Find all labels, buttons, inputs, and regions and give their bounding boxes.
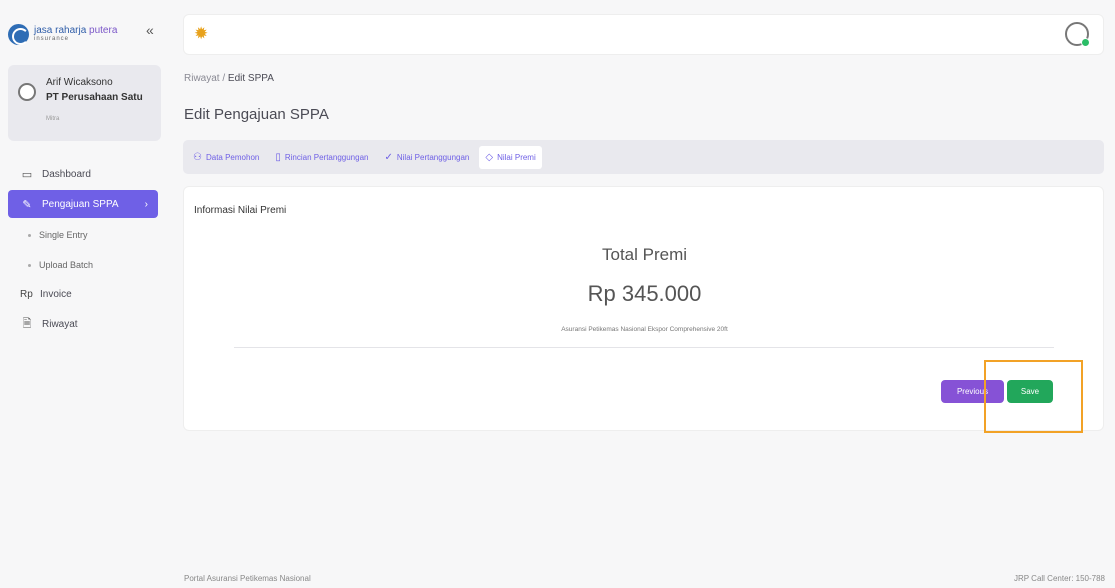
footer-call-center: JRP Call Center: 150-788: [1013, 574, 1105, 583]
brand-name-b: putera: [89, 25, 118, 36]
theme-toggle-sun-icon[interactable]: ✹: [194, 24, 208, 44]
premi-card: Informasi Nilai Premi Total Premi Rp 345…: [183, 186, 1104, 431]
brand-logo-icon: [8, 23, 29, 45]
page-title: Edit Pengajuan SPPA: [184, 106, 329, 123]
sidebar-item-riwayat[interactable]: 🗎 Riwayat: [8, 310, 158, 338]
pencil-icon: ✎: [22, 198, 32, 211]
sidebar-item-label: Pengajuan SPPA: [42, 198, 119, 210]
rupiah-icon: Rp: [20, 288, 33, 300]
user-avatar: [18, 83, 36, 101]
form-tabs: ⚇ Data Pemohon ▯ Rincian Pertanggungan ✓…: [183, 140, 1104, 174]
sidebar-item-label: Riwayat: [42, 318, 78, 330]
sidebar-subitem-label: Upload Batch: [39, 260, 94, 270]
sidebar-item-pengajuan-sppa[interactable]: ✎ Pengajuan SPPA ›: [8, 190, 158, 218]
sidebar-subitem-single-entry[interactable]: Single Entry: [8, 220, 158, 250]
brand-sub: insurance: [34, 36, 70, 42]
monitor-icon: ▭: [21, 168, 33, 181]
user-company: PT Perusahaan Satu: [46, 92, 143, 103]
brand-name-a: jasa raharja: [34, 25, 90, 36]
tab-label: Data Pemohon: [205, 152, 260, 162]
collapse-sidebar-icon[interactable]: «: [146, 22, 154, 38]
tab-label: Nilai Premi: [497, 152, 536, 162]
breadcrumb-separator: /: [219, 73, 228, 84]
bullet-icon: [28, 263, 31, 267]
tag-icon: ◇: [485, 151, 494, 163]
footer-portal-name: Portal Asuransi Petikemas Nasional: [184, 574, 311, 583]
tab-nilai-pertanggungan[interactable]: ✓ Nilai Pertanggungan: [378, 146, 475, 169]
chevron-right-icon: ›: [144, 198, 148, 210]
save-highlight-box: [984, 360, 1083, 433]
card-title: Informasi Nilai Premi: [194, 205, 287, 216]
breadcrumb-riwayat[interactable]: Riwayat: [184, 73, 220, 84]
sidebar-item-dashboard[interactable]: ▭ Dashboard: [8, 160, 158, 188]
clipboard-icon: ▯: [275, 151, 281, 163]
divider: [234, 347, 1054, 348]
sidebar-subitem-upload-batch[interactable]: Upload Batch: [8, 250, 158, 280]
breadcrumb: Riwayat / Edit SPPA: [184, 73, 274, 84]
sidebar: jasa raharja putera insurance « Arif Wic…: [0, 0, 170, 588]
total-premi-label: Total Premi: [601, 245, 688, 264]
user-name: Arif Wicaksono: [46, 77, 113, 88]
sidebar-nav: ▭ Dashboard ✎ Pengajuan SPPA › Single En…: [8, 160, 158, 340]
tab-nilai-premi[interactable]: ◇ Nilai Premi: [479, 145, 542, 169]
check-circle-icon: ✓: [384, 151, 393, 163]
user-role: Mitra: [46, 116, 60, 122]
sidebar-item-label: Invoice: [40, 288, 72, 300]
brand-text: jasa raharja putera insurance: [34, 25, 118, 43]
tab-rincian-pertanggungan[interactable]: ▯ Rincian Pertanggungan: [269, 146, 374, 169]
bullet-icon: [28, 233, 31, 237]
sidebar-subitem-label: Single Entry: [39, 230, 88, 240]
tab-label: Nilai Pertanggungan: [396, 152, 470, 162]
tab-data-pemohon[interactable]: ⚇ Data Pemohon: [187, 146, 265, 169]
breadcrumb-current: Edit SPPA: [227, 73, 274, 84]
user-icon: ⚇: [193, 151, 202, 163]
tab-label: Rincian Pertanggungan: [284, 152, 369, 162]
brand-logo[interactable]: jasa raharja putera insurance: [8, 20, 163, 48]
total-premi-value: Rp 345.000: [587, 281, 702, 306]
product-name: Asuransi Petikemas Nasional Ekspor Compr…: [561, 326, 728, 333]
document-icon: 🗎: [22, 317, 32, 330]
sidebar-item-label: Dashboard: [42, 168, 91, 180]
top-bar: ✹: [183, 14, 1104, 55]
sidebar-item-invoice[interactable]: Rp Invoice: [8, 280, 158, 308]
profile-avatar[interactable]: [1065, 22, 1090, 47]
user-card: Arif Wicaksono PT Perusahaan Satu Mitra: [8, 65, 161, 141]
